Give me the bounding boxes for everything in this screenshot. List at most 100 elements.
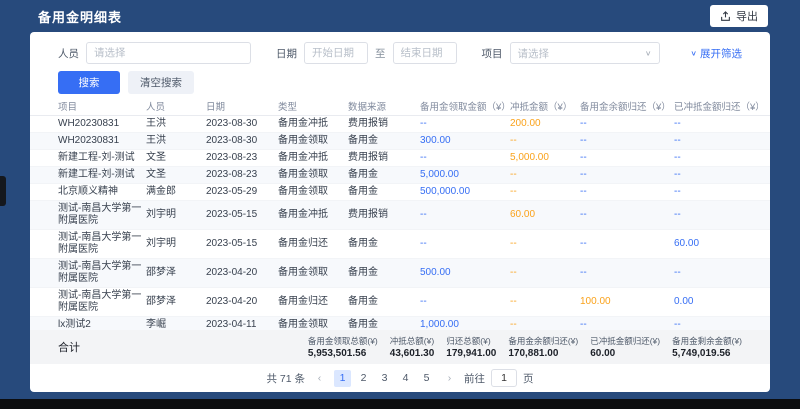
pagination-total-text: 共 71 条 (266, 371, 305, 386)
bottom-bar (0, 399, 800, 409)
clear-search-button[interactable]: 清空搜索 (128, 71, 194, 94)
prev-page-button[interactable]: ‹ (311, 370, 328, 387)
amount-cell: -- (510, 265, 578, 281)
date-cell: 2023-08-23 (206, 150, 276, 166)
drawer-handle[interactable] (0, 176, 6, 206)
project-cell: lx测试2 (58, 317, 144, 330)
table-body: WH20230831王洪2023-08-30备用金冲抵费用报销--200.00-… (30, 116, 770, 330)
content-card: 人员 日期 至 项目 请选择 ∨ ∨ 展开筛选 搜索 清空搜索 项目人员日期类型… (30, 32, 770, 392)
table-row[interactable]: 测试-南昌大学第一附属医院刘宇明2023-05-15备用金冲抵费用报销--60.… (30, 201, 770, 230)
person-cell: 刘宇明 (146, 236, 204, 252)
amount-cell: 200.00 (510, 116, 578, 132)
table-row[interactable]: WH20230831王洪2023-08-30备用金领取备用金300.00----… (30, 133, 770, 150)
expand-filters-link[interactable]: ∨ 展开筛选 (690, 46, 742, 61)
goto-label: 前往 (464, 371, 485, 386)
source-cell: 费用报销 (348, 207, 418, 223)
source-cell: 备用金 (348, 236, 418, 252)
search-button[interactable]: 搜索 (58, 71, 120, 94)
date-cell: 2023-04-20 (206, 294, 276, 310)
amount-cell: -- (580, 116, 672, 132)
amount-cell: 1,000.00 (420, 317, 508, 330)
person-filter-label: 人员 (58, 46, 79, 61)
page-number-button[interactable]: 5 (418, 370, 435, 387)
summary-item-value: 170,881.00 (508, 348, 578, 359)
next-page-button[interactable]: › (441, 370, 458, 387)
project-cell: 新建工程-刘-测试 (58, 167, 144, 183)
amount-cell: 500,000.00 (420, 184, 508, 200)
table-row[interactable]: 新建工程-刘-测试文圣2023-08-23备用金领取备用金5,000.00---… (30, 167, 770, 184)
column-header: 备用金领取金额（¥） (420, 99, 508, 113)
date-cell: 2023-08-30 (206, 133, 276, 149)
summary-item: 备用金剩余金额(¥)5,749,019.56 (672, 335, 742, 359)
page-number-button[interactable]: 1 (334, 370, 351, 387)
type-cell: 备用金冲抵 (278, 116, 346, 132)
amount-cell: -- (580, 236, 672, 252)
amount-cell: -- (420, 236, 508, 252)
date-cell: 2023-05-15 (206, 207, 276, 223)
date-cell: 2023-04-11 (206, 317, 276, 330)
project-filter-select[interactable]: 请选择 ∨ (510, 42, 660, 64)
table-row[interactable]: WH20230831王洪2023-08-30备用金冲抵费用报销--200.00-… (30, 116, 770, 133)
amount-cell: -- (580, 207, 672, 223)
summary-item-label: 已冲抵金额归还(¥) (590, 335, 660, 347)
date-separator: 至 (375, 46, 386, 61)
amount-cell: -- (674, 116, 758, 132)
type-cell: 备用金归还 (278, 294, 346, 310)
person-cell: 刘宇明 (146, 207, 204, 223)
person-cell: 文圣 (146, 167, 204, 183)
summary-item-label: 备用金余额归还(¥) (508, 335, 578, 347)
source-cell: 备用金 (348, 133, 418, 149)
date-start-input[interactable] (304, 42, 368, 64)
amount-cell: -- (674, 265, 758, 281)
summary-item-value: 60.00 (590, 348, 660, 359)
person-cell: 邵梦泽 (146, 265, 204, 281)
filter-bar: 人员 日期 至 项目 请选择 ∨ ∨ 展开筛选 (30, 38, 770, 68)
type-cell: 备用金领取 (278, 184, 346, 200)
date-end-input[interactable] (393, 42, 457, 64)
table-row[interactable]: 新建工程-刘-测试文圣2023-08-23备用金冲抵费用报销--5,000.00… (30, 150, 770, 167)
source-cell: 备用金 (348, 167, 418, 183)
project-cell: 测试-南昌大学第一附属医院 (58, 288, 144, 316)
type-cell: 备用金领取 (278, 167, 346, 183)
amount-cell: -- (580, 184, 672, 200)
type-cell: 备用金领取 (278, 133, 346, 149)
amount-cell: -- (674, 133, 758, 149)
amount-cell: -- (674, 207, 758, 223)
person-cell: 王洪 (146, 133, 204, 149)
amount-cell: 100.00 (580, 294, 672, 310)
project-cell: 新建工程-刘-测试 (58, 150, 144, 166)
summary-item: 归还总额(¥)179,941.00 (446, 335, 496, 359)
page-number-button[interactable]: 2 (355, 370, 372, 387)
table-row[interactable]: 测试-南昌大学第一附属医院邵梦泽2023-04-20备用金归还备用金----10… (30, 288, 770, 317)
summary-items: 备用金领取总额(¥)5,953,501.56冲抵总额(¥)43,601.30归还… (308, 335, 742, 359)
table-row[interactable]: 测试-南昌大学第一附属医院邵梦泽2023-04-20备用金领取备用金500.00… (30, 259, 770, 288)
summary-item: 备用金领取总额(¥)5,953,501.56 (308, 335, 378, 359)
type-cell: 备用金冲抵 (278, 207, 346, 223)
project-filter-label: 项目 (482, 46, 503, 61)
amount-cell: -- (510, 236, 578, 252)
page-number-button[interactable]: 4 (397, 370, 414, 387)
pagination-bar: 共 71 条 ‹ 12345 › 前往 页 (30, 364, 770, 392)
project-cell: 测试-南昌大学第一附属医院 (58, 201, 144, 229)
amount-cell: -- (674, 167, 758, 183)
chevron-down-icon: ∨ (645, 49, 652, 58)
table-row[interactable]: 测试-南昌大学第一附属医院刘宇明2023-05-15备用金归还备用金------… (30, 230, 770, 259)
table-row[interactable]: lx测试2李崛2023-04-11备用金领取备用金1,000.00------ (30, 317, 770, 330)
summary-item-value: 179,941.00 (446, 348, 496, 359)
goto-page-input[interactable] (491, 369, 517, 387)
export-button[interactable]: 导出 (710, 5, 768, 27)
table-header-row: 项目人员日期类型数据来源备用金领取金额（¥）冲抵金额（¥）备用金余额归还（¥）已… (30, 96, 770, 116)
amount-cell: -- (580, 167, 672, 183)
column-header: 人员 (146, 99, 204, 113)
source-cell: 备用金 (348, 265, 418, 281)
type-cell: 备用金领取 (278, 265, 346, 281)
page-number-button[interactable]: 3 (376, 370, 393, 387)
person-cell: 满金郎 (146, 184, 204, 200)
type-cell: 备用金领取 (278, 317, 346, 330)
summary-item-value: 5,749,019.56 (672, 348, 742, 359)
column-header: 数据来源 (348, 99, 418, 113)
amount-cell: 60.00 (510, 207, 578, 223)
amount-cell: -- (420, 294, 508, 310)
table-row[interactable]: 北京顺义精神满金郎2023-05-29备用金领取备用金500,000.00---… (30, 184, 770, 201)
person-filter-input[interactable] (86, 42, 251, 64)
